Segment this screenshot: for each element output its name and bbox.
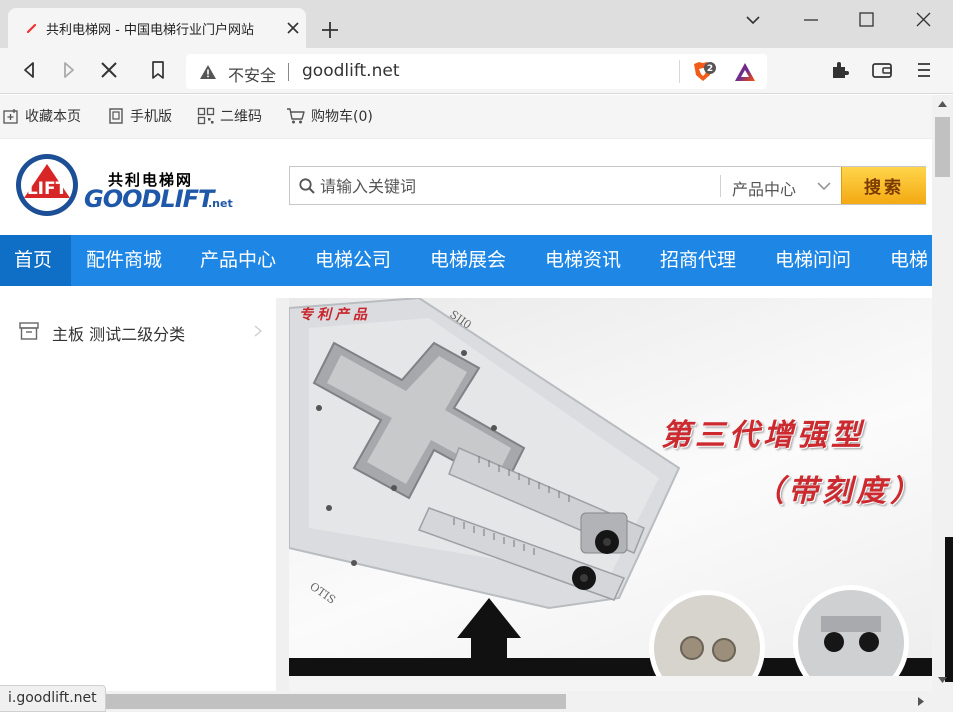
cart-label: 购物车(0) xyxy=(311,109,373,125)
bookmark-icon[interactable] xyxy=(146,58,170,82)
brave-shields-icon[interactable]: 2 xyxy=(690,59,716,85)
horizontal-scroll-thumb[interactable] xyxy=(96,694,566,709)
menu-hamburger-icon[interactable] xyxy=(912,58,936,82)
logo-chinese-name: 共利电梯网 xyxy=(108,171,194,189)
browser-title-bar: 共利电梯网 - 中国电梯行业门户网站 xyxy=(0,0,953,48)
omnibox-divider xyxy=(679,60,680,83)
favorite-link[interactable]: 收藏本页 xyxy=(2,106,81,126)
extensions-puzzle-icon[interactable] xyxy=(828,58,852,82)
archive-box-icon xyxy=(19,322,39,340)
category-sidebar: 主板 测试二级分类 xyxy=(0,298,276,691)
banner-patent-tag: 专利产品 xyxy=(299,307,371,323)
mobile-label: 手机版 xyxy=(130,109,172,125)
browser-toolbar: 不安全 goodlift.net 2 xyxy=(0,48,953,94)
nav-item-products[interactable]: 产品中心 xyxy=(200,235,276,286)
add-favorite-icon xyxy=(3,109,18,124)
search-input[interactable] xyxy=(320,173,715,199)
category-item[interactable]: 主板 测试二级分类 xyxy=(0,318,276,346)
top-utility-bar: 收藏本页 手机版 二维码 购物车(0) xyxy=(0,95,932,139)
forward-arrow-icon[interactable] xyxy=(57,58,81,82)
nav-item-companies[interactable]: 电梯公司 xyxy=(315,235,391,286)
scroll-right-arrow-icon[interactable] xyxy=(916,696,926,707)
scrollbar-shadow xyxy=(945,537,953,682)
back-arrow-icon[interactable] xyxy=(17,58,41,82)
nav-item-more[interactable]: 电梯 xyxy=(890,235,928,286)
cart-link[interactable]: 购物车(0) xyxy=(286,106,373,126)
search-icon xyxy=(299,178,315,194)
scroll-up-arrow-icon[interactable] xyxy=(937,99,948,109)
warning-triangle-icon[interactable] xyxy=(199,63,217,81)
nav-item-home[interactable]: 首页 xyxy=(0,235,71,286)
qrcode-icon xyxy=(197,107,215,125)
stop-loading-icon[interactable] xyxy=(97,58,121,82)
chevron-right-icon xyxy=(254,325,263,337)
security-label[interactable]: 不安全 xyxy=(228,62,276,86)
close-window-icon[interactable] xyxy=(911,8,935,32)
search-category-select[interactable]: 产品中心 xyxy=(732,176,796,200)
wallet-icon[interactable] xyxy=(870,58,894,82)
vertical-scroll-thumb[interactable] xyxy=(935,117,950,177)
banner-subheadline: （带刻度） xyxy=(754,474,924,509)
content-gap xyxy=(276,298,289,691)
new-tab-plus-icon[interactable] xyxy=(318,18,342,42)
tab-close-icon[interactable] xyxy=(284,19,302,37)
banner-headline: 第三代增强型 xyxy=(661,418,865,453)
hero-banner[interactable]: SII0 OTIS 专利产品 第三代增强型 （带刻度） xyxy=(289,298,932,676)
url-separator xyxy=(288,63,289,81)
logo-mark-text: LIFT xyxy=(27,179,68,199)
chevron-down-icon[interactable] xyxy=(816,179,832,193)
tab-title: 共利电梯网 - 中国电梯行业门户网站 xyxy=(46,19,278,37)
plate-mark-otis: OTIS xyxy=(307,580,338,607)
brave-badge-count: 2 xyxy=(707,64,713,74)
below-banner-strip xyxy=(289,676,932,691)
qrcode-label: 二维码 xyxy=(220,109,262,125)
category-item-label: 主板 测试二级分类 xyxy=(52,325,186,344)
search-button[interactable]: 搜索 xyxy=(841,167,926,204)
nav-item-exhibitions[interactable]: 电梯展会 xyxy=(430,235,506,286)
search-separator xyxy=(720,175,721,197)
shopping-cart-icon xyxy=(287,108,305,124)
address-bar[interactable]: 不安全 goodlift.net 2 xyxy=(186,54,767,89)
nav-item-qa[interactable]: 电梯问问 xyxy=(775,235,851,286)
qrcode-link[interactable]: 二维码 xyxy=(197,106,262,126)
brave-rewards-triangle-icon[interactable] xyxy=(733,61,757,83)
mobile-phone-icon xyxy=(109,108,123,124)
nav-item-parts-mall[interactable]: 配件商城 xyxy=(86,235,162,286)
maximize-icon[interactable] xyxy=(854,8,878,32)
nav-item-agency[interactable]: 招商代理 xyxy=(660,235,736,286)
nav-item-news[interactable]: 电梯资讯 xyxy=(545,235,621,286)
minimize-icon[interactable] xyxy=(799,8,823,32)
page-viewport: 收藏本页 手机版 二维码 购物车(0) LIFT GOODLIFT .net 共… xyxy=(0,95,932,691)
main-nav: 首页 配件商城 产品中心 电梯公司 电梯展会 电梯资讯 招商代理 电梯问问 电梯 xyxy=(0,235,932,286)
search-box: 产品中心 搜索 xyxy=(289,166,926,205)
status-bar-url: i.goodlift.net xyxy=(0,685,106,712)
favorite-label: 收藏本页 xyxy=(25,109,81,125)
scroll-down-arrow-icon[interactable] xyxy=(937,675,948,685)
browser-tab[interactable]: 共利电梯网 - 中国电梯行业门户网站 xyxy=(8,8,306,48)
logo-domain-text: .net xyxy=(208,197,233,210)
tab-search-chevron-icon[interactable] xyxy=(741,8,765,32)
url-text[interactable]: goodlift.net xyxy=(302,61,399,81)
horizontal-scrollbar[interactable] xyxy=(0,691,953,712)
mobile-link[interactable]: 手机版 xyxy=(107,106,172,126)
site-favicon-icon xyxy=(26,23,37,34)
vertical-scrollbar[interactable] xyxy=(932,95,953,691)
